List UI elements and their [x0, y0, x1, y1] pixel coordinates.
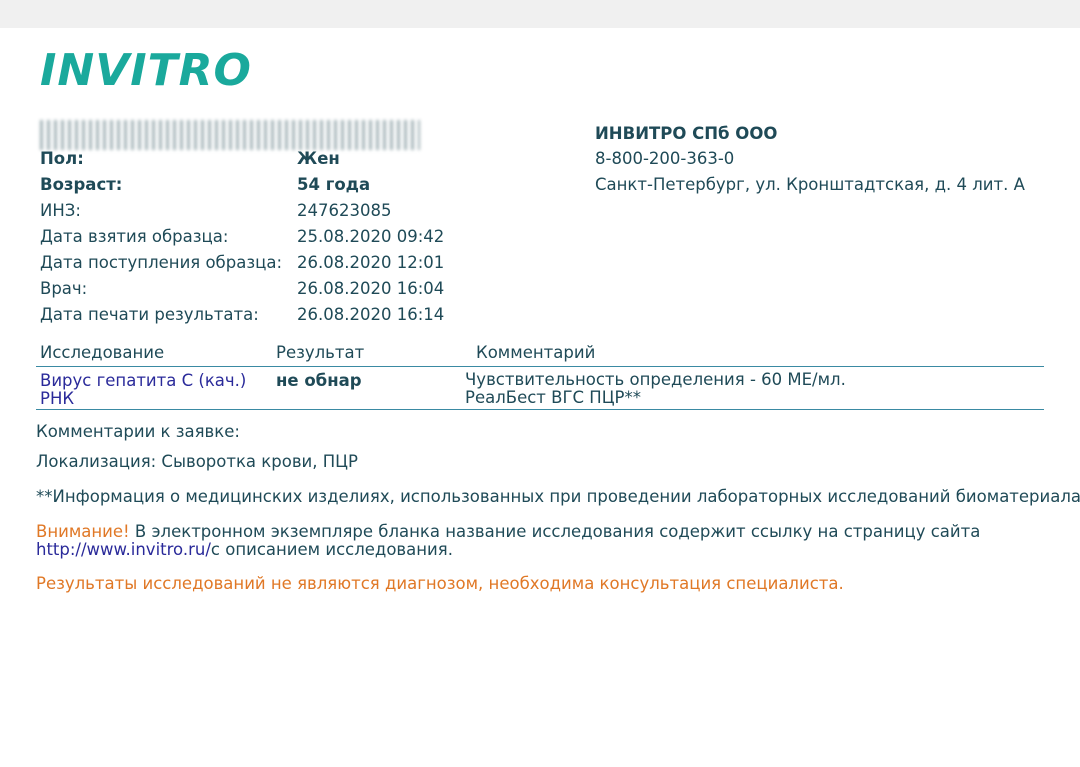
- lab-phone: 8-800-200-363-0: [595, 149, 735, 168]
- receipt-date-value: 26.08.2020 12:01: [297, 253, 445, 272]
- sample-date-label: Дата взятия образца:: [40, 227, 229, 246]
- attention-label: Внимание!: [36, 522, 130, 541]
- medical-devices-info: **Информация о медицинских изделиях, исп…: [36, 487, 1080, 506]
- disclaimer: Результаты исследований не являются диаг…: [36, 574, 844, 593]
- doctor-value: 26.08.2020 16:04: [297, 279, 445, 298]
- invitro-site-link[interactable]: http://www.invitro.ru/: [36, 540, 211, 559]
- sample-date-value: 25.08.2020 09:42: [297, 227, 445, 246]
- print-date-label: Дата печати результата:: [40, 305, 259, 324]
- inz-label: ИНЗ:: [40, 201, 81, 220]
- table-header-comment: Комментарий: [476, 343, 596, 362]
- invitro-logo: INVITRO: [40, 45, 252, 96]
- print-date-value: 26.08.2020 16:14: [297, 305, 445, 324]
- attention-line: Внимание! В электронном экземпляре бланк…: [36, 522, 980, 542]
- table-header-rule: [36, 366, 1044, 367]
- order-comments: Комментарии к заявке:: [36, 422, 240, 441]
- sex-value: Жен: [297, 149, 340, 168]
- table-bottom-rule: [36, 409, 1044, 410]
- lab-name: ИНВИТРО СПб ООО: [595, 124, 778, 143]
- attention-text: В электронном экземпляре бланка название…: [129, 522, 981, 541]
- localization: Локализация: Сыворотка крови, ПЦР: [36, 452, 358, 471]
- result-value: не обнар: [276, 371, 362, 390]
- table-header-test: Исследование: [40, 343, 165, 362]
- comment-line1: Чувствительность определения - 60 МЕ/мл.: [465, 370, 846, 389]
- comment-line2: РеалБест ВГС ПЦР**: [465, 388, 641, 407]
- attention-line2: http://www.invitro.ru/с описанием исслед…: [36, 540, 453, 560]
- doctor-label: Врач:: [40, 279, 88, 298]
- inz-value: 247623085: [297, 201, 392, 220]
- sex-label: Пол:: [40, 149, 84, 168]
- lab-address: Санкт-Петербург, ул. Кронштадтская, д. 4…: [595, 175, 1025, 194]
- age-label: Возраст:: [40, 175, 123, 194]
- viewer-top-bar: [0, 0, 1080, 28]
- age-value: 54 года: [297, 175, 371, 194]
- test-name-link[interactable]: Вирус гепатита С (кач.): [40, 371, 246, 391]
- receipt-date-label: Дата поступления образца:: [40, 253, 282, 272]
- table-header-result: Результат: [276, 343, 365, 362]
- redacted-patient-name: [40, 120, 420, 150]
- test-name-link-line2[interactable]: РНК: [40, 389, 74, 409]
- attention-link-suffix: с описанием исследования.: [210, 540, 453, 559]
